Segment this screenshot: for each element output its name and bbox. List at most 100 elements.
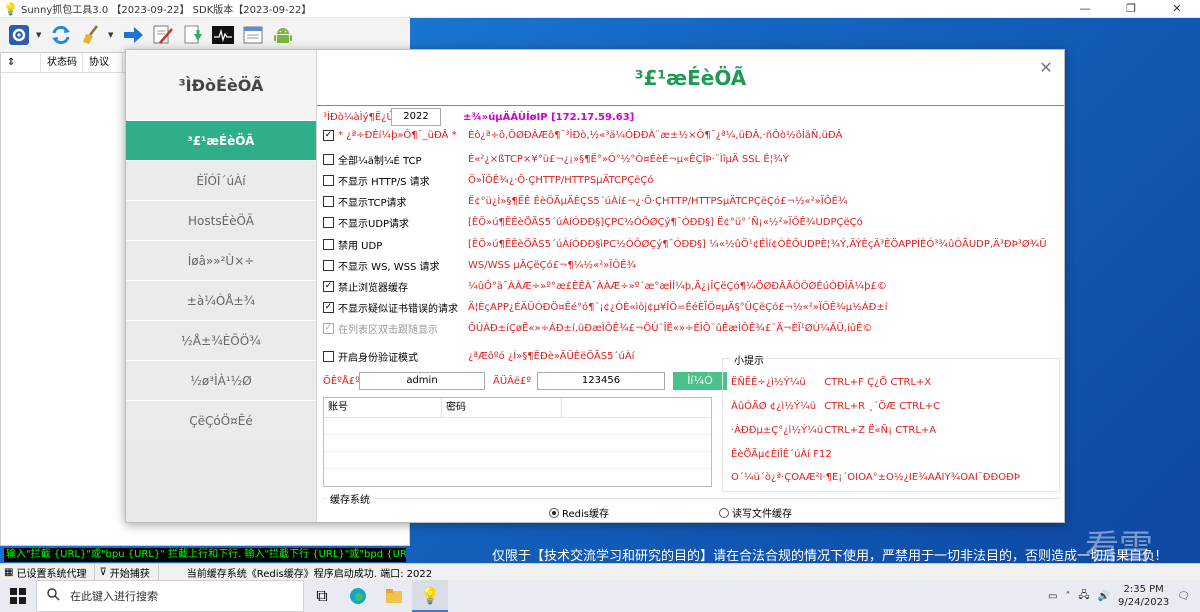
option-label: 在列表区双击跟随显示 <box>338 325 438 336</box>
auth-row: 开启身份验证模式 ¿ªÆôºó ¿Í»§¶ËÐè»ÄÜÈëÖÃS5´úÀí <box>323 349 634 364</box>
notification-icon[interactable]: 🗨 <box>1177 591 1190 602</box>
option-label: 禁用 UDP <box>338 241 383 252</box>
option-checkbox[interactable] <box>323 175 334 186</box>
tip-line: ËÑËÊ÷¿ì½Ý¼ü CTRL+F Ç¿Õ CTRL+X <box>731 377 931 388</box>
taskbar: 在此键入进行搜索 ⧉ 💡 ▭ ˄ 🖧 🔊 2:35 PM 9/24/2023 🗨 <box>0 580 1200 612</box>
system-tray: ▭ ˄ 🖧 🔊 2:35 PM 9/24/2023 🗨 <box>1048 580 1200 612</box>
cache-title: 缓存系统 <box>327 491 373 506</box>
option-checkbox[interactable] <box>323 154 334 165</box>
credentials-row: ÕÊºÅ£º admin ÃÜÂë£º 123456 Ìí¼Ó <box>323 372 727 390</box>
port-input[interactable]: 2022 <box>391 108 441 126</box>
window-controls: — ❐ ✕ <box>1062 0 1200 18</box>
status-message: 当前缓存系统《Redis缓存》程序启动成功. 端口: 2022 <box>159 565 440 580</box>
sunny-app-icon[interactable]: 💡 <box>412 580 448 612</box>
capture-label: 开始捕获 <box>109 568 150 580</box>
close-icon[interactable]: ✕ <box>1036 58 1056 78</box>
radio-button[interactable] <box>719 507 729 518</box>
tip-keys: CTRL+Z Ë«Ñ¡ CTRL+A <box>824 425 937 436</box>
cache-option-file[interactable]: 读写文件缓存 <box>719 505 792 520</box>
terminal-icon[interactable] <box>210 22 236 48</box>
broom-icon[interactable] <box>78 22 104 48</box>
radio-button[interactable] <box>549 507 559 518</box>
option-checkbox[interactable]: ✓ <box>323 323 334 334</box>
edge-icon[interactable] <box>340 580 376 612</box>
minimize-button[interactable]: — <box>1062 0 1108 18</box>
table-row <box>324 435 711 452</box>
gear-icon[interactable] <box>6 22 32 48</box>
option-checkbox[interactable]: ✓ <box>323 130 334 141</box>
refresh-icon[interactable] <box>48 22 74 48</box>
option-description: WS/WSS µÄÇëÇó£¬¶¼½«²»ÏÔÊ¾ <box>468 260 637 271</box>
capture-toggle[interactable]: ⊽ 开始捕获 <box>95 564 159 580</box>
sort-icon[interactable]: ⇕ <box>1 52 41 73</box>
option-description: [ÊÖ»ú¶ËÊèÖÃS5´úÀíÓÐÐ§]ÇPC½ÓÔØÇý¶¯ÓÐÐ§] Ë… <box>468 217 863 228</box>
system-proxy-toggle[interactable]: ▦ 已设置系统代理 <box>0 564 96 580</box>
account-table[interactable]: 账号 密码 <box>323 397 712 487</box>
username-label: ÕÊºÅ£º <box>323 375 360 387</box>
tip-name: ËÑËÊ÷¿ì½Ý¼ü <box>731 377 806 388</box>
android-icon[interactable] <box>270 22 296 48</box>
volume-icon[interactable]: 🔊 <box>1098 591 1110 602</box>
close-window-button[interactable]: ✕ <box>1154 0 1200 18</box>
nav-certificate[interactable]: ÇëÇóÖ¤Êé <box>126 400 316 440</box>
maximize-button[interactable]: ❐ <box>1108 0 1154 18</box>
clock[interactable]: 2:35 PM 9/24/2023 <box>1118 583 1169 609</box>
add-account-button[interactable]: Ìí¼Ó <box>673 372 727 390</box>
arrow-right-icon[interactable] <box>120 22 146 48</box>
option-checkbox[interactable]: ✓ <box>323 302 334 313</box>
nav-process-intercept[interactable]: ½ø³ÌÀ¹½Ø <box>126 360 316 400</box>
tip-keys: CTRL+R ¸´ÖÆ CTRL+C <box>824 401 941 412</box>
option-checkbox[interactable] <box>323 217 334 228</box>
network-icon[interactable]: 🖧 <box>1078 588 1089 605</box>
status-bar: ▦ 已设置系统代理 ⊽ 开始捕获 当前缓存系统《Redis缓存》程序启动成功. … <box>0 563 1200 580</box>
notes-icon[interactable] <box>240 22 266 48</box>
sidebar-title: ³ÌÐòÉèÖÃ <box>126 50 316 120</box>
chevron-down-icon[interactable]: ▼ <box>108 31 116 39</box>
option-checkbox[interactable]: ✓ <box>323 281 334 292</box>
nav-script-log[interactable]: ½Å±¾ÈÕÖ¾ <box>126 320 316 360</box>
chevron-down-icon[interactable]: ▼ <box>36 31 44 39</box>
username-input[interactable]: admin <box>359 372 485 390</box>
settings-dialog: ³ÌÐòÉèÖÃ ³£¹æÉèÖÃ ÉÏÓÎ´úÀí HostsÉèÖÃ Íøâ… <box>125 49 1065 523</box>
bulb-icon: 💡 <box>3 1 18 16</box>
task-view-icon[interactable]: ⧉ <box>304 580 340 612</box>
auth-description: ¿ªÆôºó ¿Í»§¶ËÐè»ÄÜÈëÖÃS5´úÀí <box>468 351 635 362</box>
option-checkbox[interactable] <box>323 239 334 250</box>
tray-overflow-icon[interactable]: ▭ <box>1048 591 1057 602</box>
column-account: 账号 <box>324 398 442 417</box>
folder-icon[interactable] <box>376 580 412 612</box>
password-input[interactable]: 123456 <box>537 372 665 390</box>
nav-script-editor[interactable]: ±à¼­ÒÅ±¾ <box>126 280 316 320</box>
option-description: Ö»ÏÔÊ¾¿·Ö·ÇHTTP/HTTPSµÄTCPÇëÇó <box>468 175 654 186</box>
option-label: 全部¼ä制¼É TCP <box>338 156 422 167</box>
search-icon <box>47 588 60 604</box>
local-ip-text: ±¾»úµÄÁÙÍøIP [172.17.59.63] <box>463 111 635 123</box>
cache-option-redis[interactable]: Redis缓存 <box>549 505 609 520</box>
chevron-up-icon[interactable]: ˄ <box>1065 591 1070 602</box>
auth-checkbox[interactable] <box>323 351 334 362</box>
edit-icon[interactable] <box>150 22 176 48</box>
nav-network[interactable]: Íøâ»»²Ù×÷ <box>126 240 316 280</box>
column-status-code[interactable]: 状态码 <box>41 52 83 73</box>
download-icon[interactable] <box>180 22 206 48</box>
windows-start-icon[interactable] <box>0 580 36 612</box>
grid-icon: ▦ <box>4 566 14 578</box>
port-row: ³ÌÐò¼àÌý¶Ë¿Ú£º 2022 ±¾»úµÄÁÙÍøIP [172.17… <box>323 108 634 126</box>
nav-hosts[interactable]: HostsÉèÖÃ <box>126 200 316 240</box>
tip-keys: CTRL+F Ç¿Õ CTRL+X <box>824 377 932 388</box>
option-label: * ¿ª÷ÐÈí¼þ»Ô¶¯_üÐÂ * <box>338 130 457 141</box>
option-row: ✓ 禁止浏览器缓存 ¼ûÔ°ä¯ÀÀÆ÷»º°æ£ÈÊÀ¯ÀÀÆ÷»º´æ°æÌ… <box>323 279 887 294</box>
nav-upstream-proxy[interactable]: ÉÏÓÎ´úÀí <box>126 160 316 200</box>
account-table-header: 账号 密码 <box>324 398 711 418</box>
taskbar-search[interactable]: 在此键入进行搜索 <box>36 580 304 612</box>
search-placeholder: 在此键入进行搜索 <box>70 590 158 603</box>
column-protocol[interactable]: 协议 <box>83 52 123 73</box>
option-checkbox[interactable] <box>323 196 334 207</box>
port-label: ³ÌÐò¼àÌý¶Ë¿Ú£º <box>323 111 405 123</box>
option-checkbox[interactable] <box>323 260 334 271</box>
tip-name: ·ÀÐÐµ±Ç°¿ì½Ý¼ü <box>731 425 824 436</box>
tip-line: ·ÀÐÐµ±Ç°¿ì½Ý¼ü CTRL+Z Ë«Ñ¡ CTRL+A <box>731 425 936 436</box>
password-label: ÃÜÂë£º <box>493 375 532 387</box>
option-label: 不显示 WS, WSS 请求 <box>338 262 440 273</box>
nav-general[interactable]: ³£¹æÉèÖÃ <box>126 120 316 160</box>
